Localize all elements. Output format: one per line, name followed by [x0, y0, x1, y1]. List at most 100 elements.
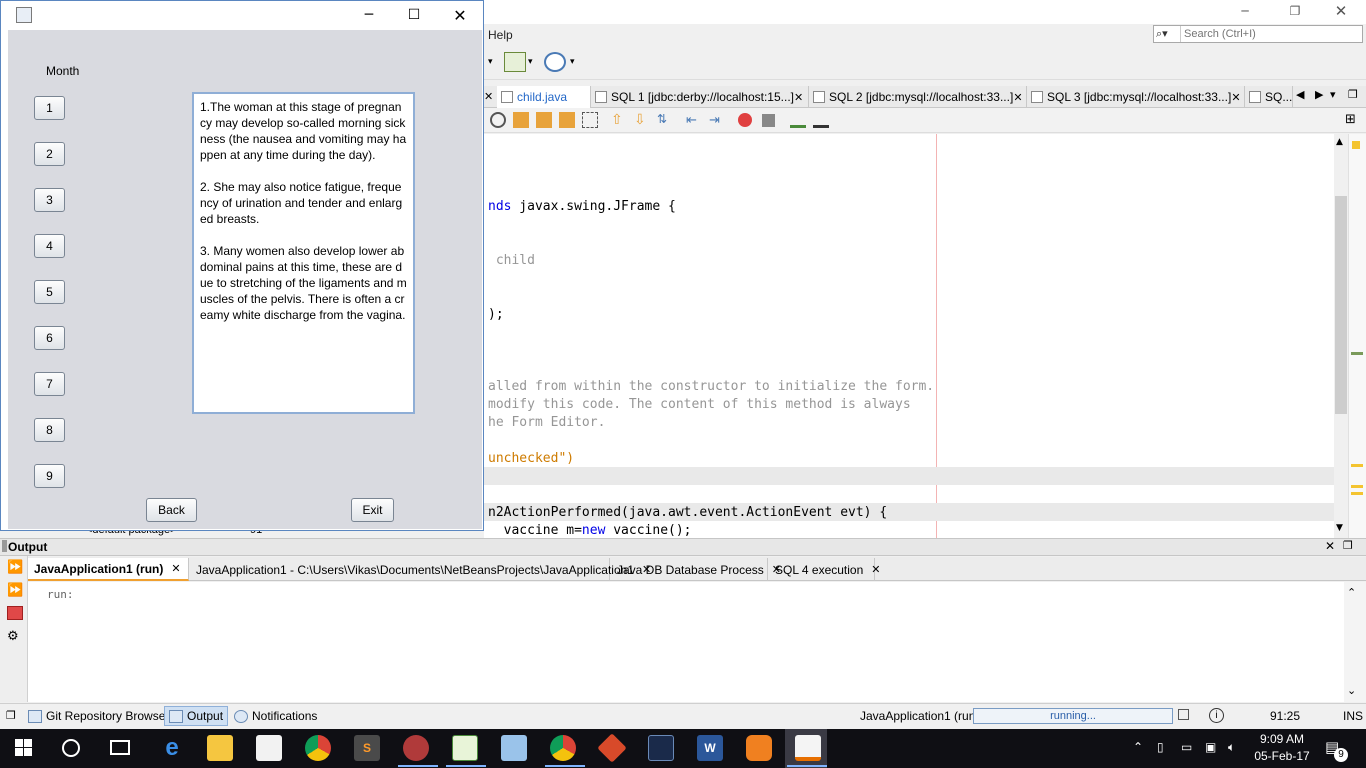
tab-scroll-right-icon[interactable]: ▶: [1315, 88, 1323, 101]
uncomment-icon[interactable]: [813, 112, 829, 128]
maximize-icon[interactable]: ❐: [1348, 88, 1358, 101]
close-icon[interactable]: ✕: [1013, 91, 1022, 104]
store-icon[interactable]: [256, 735, 282, 761]
network-icon[interactable]: ▣: [1205, 740, 1216, 754]
chrome-icon[interactable]: [305, 735, 331, 761]
ide-close-button[interactable]: ✕: [1318, 0, 1364, 22]
stop-macro-icon[interactable]: [762, 114, 775, 127]
stripe-mark[interactable]: [1351, 485, 1363, 488]
tab-sql-3[interactable]: SQL 3 [jdbc:mysql://localhost:33...] ✕: [1027, 86, 1245, 108]
restore-panels-icon[interactable]: ❐: [6, 709, 16, 722]
spreadsheet-icon[interactable]: [452, 735, 478, 761]
editor-scrollbar[interactable]: [1334, 134, 1348, 538]
close-icon[interactable]: ✕: [1325, 539, 1335, 553]
rerun-icon[interactable]: ⏩: [7, 560, 23, 575]
tool-icon[interactable]: [403, 735, 429, 761]
close-icon[interactable]: ✕: [794, 91, 803, 104]
close-icon[interactable]: ✕: [1231, 91, 1240, 104]
tab-sql-2[interactable]: SQL 2 [jdbc:mysql://localhost:33...] ✕: [809, 86, 1027, 108]
dropdown-arrow-icon[interactable]: ▾: [528, 56, 538, 76]
edge-icon[interactable]: e: [159, 735, 185, 761]
volume-icon[interactable]: 🔈︎: [1228, 740, 1235, 755]
back-button[interactable]: Back: [146, 498, 197, 522]
clock-date[interactable]: 05-Feb-17: [1246, 749, 1318, 763]
progress-bar[interactable]: running...: [973, 708, 1173, 724]
task-view-icon[interactable]: [110, 740, 130, 755]
box-icon[interactable]: [501, 735, 527, 761]
month-1-button[interactable]: 1: [34, 96, 65, 120]
java-icon[interactable]: [795, 735, 821, 761]
tray-chevron-icon[interactable]: ⌃: [1133, 740, 1143, 754]
tab-child-java[interactable]: child.java: [497, 86, 591, 108]
build-icon[interactable]: [504, 52, 526, 72]
tab-output-project[interactable]: JavaApplication1 - C:\Users\Vikas\Docume…: [190, 558, 651, 581]
search-input[interactable]: [1180, 26, 1360, 42]
scroll-down-icon[interactable]: ▼: [1336, 523, 1343, 533]
chrome-icon[interactable]: [550, 735, 576, 761]
maximize-icon[interactable]: ❐: [1343, 539, 1353, 552]
stripe-mark[interactable]: [1351, 464, 1363, 467]
sublime-icon[interactable]: S: [354, 735, 380, 761]
battery-icon[interactable]: ▭: [1181, 740, 1192, 754]
git-repository-browser-button[interactable]: Git Repository Browser: [28, 709, 169, 723]
next-bookmark-icon[interactable]: ⇩: [634, 112, 650, 128]
tab-output-sql4[interactable]: SQL 4 execution ✕: [769, 558, 881, 581]
find-selection-icon[interactable]: [559, 112, 575, 128]
stripe-mark[interactable]: [1351, 352, 1363, 355]
output-window-button[interactable]: Output: [169, 709, 223, 723]
month-4-button[interactable]: 4: [34, 234, 65, 258]
stripe-mark[interactable]: [1351, 492, 1363, 495]
find-icon[interactable]: [490, 112, 506, 128]
app-icon[interactable]: [746, 735, 772, 761]
rerun-with-params-icon[interactable]: ⏩: [7, 583, 23, 598]
close-icon[interactable]: ✕: [871, 563, 880, 576]
exit-button[interactable]: Exit: [351, 498, 394, 522]
find-next-icon[interactable]: [536, 112, 552, 128]
usb-icon[interactable]: ▯: [1157, 740, 1164, 754]
stop-icon[interactable]: [7, 606, 23, 620]
close-icon[interactable]: ✕: [484, 90, 493, 103]
cancel-task-icon[interactable]: [1178, 709, 1189, 720]
month-6-button[interactable]: 6: [34, 326, 65, 350]
comment-icon[interactable]: [790, 112, 806, 128]
tab-output-run[interactable]: JavaApplication1 (run) ✕: [28, 558, 189, 581]
dropdown-arrow-icon[interactable]: ▾: [570, 56, 580, 76]
find-previous-icon[interactable]: [513, 112, 529, 128]
pregnancy-info-textarea[interactable]: 1.The woman at this stage of pregnancy m…: [192, 92, 415, 414]
output-console[interactable]: [28, 582, 1344, 702]
menu-help[interactable]: Help: [488, 28, 513, 42]
word-icon[interactable]: W: [697, 735, 723, 761]
notification-bell-icon[interactable]: i: [1209, 708, 1224, 723]
month-2-button[interactable]: 2: [34, 142, 65, 166]
scroll-down-icon[interactable]: ⌄: [1347, 684, 1356, 697]
shift-right-icon[interactable]: ⇥: [709, 112, 725, 128]
notifications-button[interactable]: Notifications: [234, 709, 317, 723]
frame-maximize-button[interactable]: ☐: [391, 4, 437, 26]
profile-icon[interactable]: [544, 52, 566, 72]
search-box[interactable]: ⌕▾: [1153, 25, 1363, 43]
scroll-up-icon[interactable]: ▲: [1336, 137, 1343, 147]
month-9-button[interactable]: 9: [34, 464, 65, 488]
ide-restore-button[interactable]: ❐: [1272, 0, 1318, 22]
settings-icon[interactable]: ⚙: [7, 629, 23, 644]
ide-minimize-button[interactable]: ─: [1222, 0, 1268, 22]
tab-output-javadb[interactable]: Java DB Database Process ✕: [611, 558, 781, 581]
frame-close-button[interactable]: ✕: [437, 4, 483, 26]
cortana-search-icon[interactable]: [62, 739, 80, 757]
scrollbar-thumb[interactable]: [1335, 196, 1347, 414]
record-macro-icon[interactable]: [738, 113, 752, 127]
windows-start-icon[interactable]: [15, 739, 33, 757]
month-3-button[interactable]: 3: [34, 188, 65, 212]
dropdown-arrow-icon[interactable]: ▾: [488, 56, 498, 76]
frame-minimize-button[interactable]: ─: [346, 4, 392, 26]
split-editor-icon[interactable]: ⊞: [1345, 112, 1361, 128]
month-5-button[interactable]: 5: [34, 280, 65, 304]
previous-bookmark-icon[interactable]: ⇧: [611, 112, 627, 128]
month-8-button[interactable]: 8: [34, 418, 65, 442]
java-app-icon[interactable]: [16, 7, 32, 23]
file-explorer-icon[interactable]: [207, 735, 233, 761]
shift-left-icon[interactable]: ⇤: [686, 112, 702, 128]
close-icon[interactable]: ✕: [171, 562, 180, 575]
tab-list-icon[interactable]: ▾: [1330, 88, 1336, 101]
rectangular-select-icon[interactable]: [582, 112, 598, 128]
